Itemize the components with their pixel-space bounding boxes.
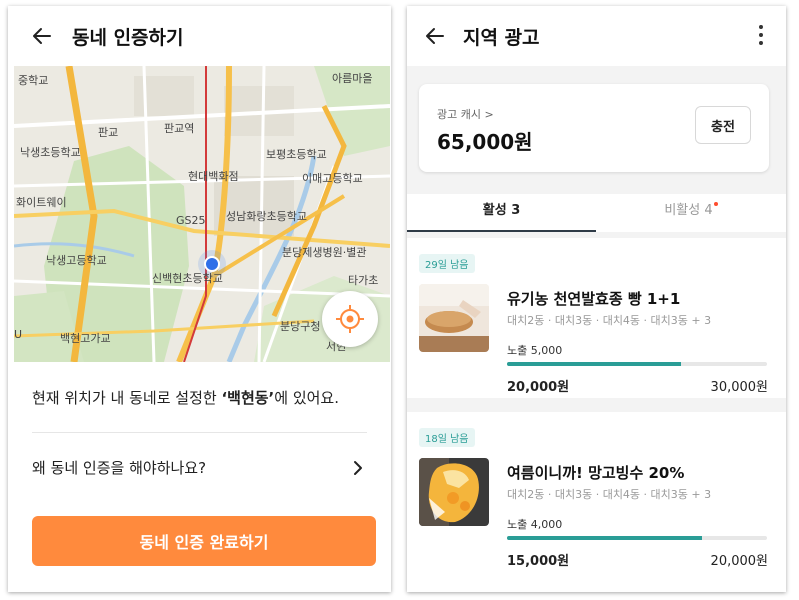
back-arrow-icon[interactable] (30, 24, 54, 48)
map-label: 분당제생병원·별관 (282, 246, 367, 259)
divider (32, 432, 367, 433)
ad-budget-progress-fill (507, 362, 682, 366)
map-label: 판교역 (164, 122, 195, 135)
tab-inactive[interactable]: 비활성 4 (596, 194, 785, 232)
map-label: 백현고가교 (60, 332, 111, 345)
tab-active[interactable]: 활성 3 (407, 194, 596, 232)
map-view[interactable]: 중학교 아름마을 판교 판교역 낙생초등학교 보평초등학교 현대백화점 이매고등… (14, 66, 390, 362)
ad-card[interactable]: 29일 남음 유기농 천연발효종 빵 1+1 대치2동 · 대치3동 · 대치4… (407, 238, 786, 398)
right-screen: 지역 광고 광고 캐시 > 65,000원 충전 활성 3 비활성 4 29일 … (407, 6, 786, 592)
map-label: U (14, 328, 23, 341)
map-label: 아름마을 (332, 72, 373, 85)
top-app-bar: 지역 광고 (407, 6, 786, 66)
ad-target-areas: 대치2동 · 대치3동 · 대치4동 · 대치3동 + 3 (507, 314, 712, 327)
info-text-prefix: 현재 위치가 내 동네로 설정한 (32, 389, 222, 407)
ad-budget-progress-fill (507, 536, 702, 540)
map-label: 타가초 (348, 274, 379, 287)
ad-title: 유기농 천연발효종 빵 1+1 (507, 290, 681, 308)
ad-target-areas: 대치2동 · 대치3동 · 대치4동 · 대치3동 + 3 (507, 488, 712, 501)
why-verify-label: 왜 동네 인증을 해야하나요? (32, 459, 207, 477)
ad-spent-amount: 15,000원 (507, 554, 570, 569)
map-label: 신백현초등학교 (152, 272, 223, 285)
info-text-suffix: 에 있어요. (274, 389, 339, 407)
days-left-badge: 29일 남음 (419, 254, 475, 273)
ad-budget-progress (507, 536, 767, 540)
current-location-button[interactable] (322, 291, 378, 347)
ad-cash-amount: 65,000원 (437, 130, 533, 154)
ad-card[interactable]: 18일 남음 여름이니까! 망고빙수 20% 대치2동 · 대치3동 · 대치4… (407, 412, 786, 592)
ad-total-budget: 30,000원 (710, 380, 768, 395)
page-title: 동네 인증하기 (72, 27, 184, 49)
ad-thumbnail-bread (419, 284, 489, 352)
map-label: 이매고등학교 (302, 172, 363, 185)
tab-inactive-label: 비활성 4 (664, 203, 713, 218)
ad-spent-amount: 20,000원 (507, 380, 570, 395)
back-arrow-icon[interactable] (423, 24, 447, 48)
map-label: 현대백화점 (188, 170, 239, 183)
new-indicator-dot (713, 202, 718, 206)
top-app-bar: 동네 인증하기 (8, 6, 391, 66)
map-label: 낙생초등학교 (20, 146, 81, 159)
ad-cash-card: 광고 캐시 > 65,000원 충전 (419, 84, 769, 172)
ad-exposure-count: 노출 4,000 (507, 518, 563, 531)
ad-cash-link[interactable]: 광고 캐시 > (437, 106, 494, 122)
left-screen: 동네 인증하기 중학교 아름마을 판교 판교역 낙생초등학교 보평초등학교 현대… (8, 6, 391, 592)
more-vertical-icon[interactable] (756, 22, 766, 48)
ad-exposure-count: 노출 5,000 (507, 344, 563, 357)
charge-button[interactable]: 충전 (695, 106, 751, 144)
ad-total-budget: 20,000원 (710, 554, 768, 569)
ad-title: 여름이니까! 망고빙수 20% (507, 464, 685, 482)
map-label: 분당구청 (280, 320, 321, 333)
map-label: 중학교 (18, 74, 49, 87)
map-label: 보평초등학교 (266, 148, 327, 161)
ad-list: 29일 남음 유기농 천연발효종 빵 1+1 대치2동 · 대치3동 · 대치4… (407, 232, 786, 592)
target-icon (336, 305, 364, 333)
tab-active-label: 활성 3 (482, 203, 521, 218)
chevron-right-icon (354, 461, 362, 475)
neighborhood-name: ‘백현동’ (221, 389, 275, 407)
map-label: 성남화랑초등학교 (226, 210, 307, 223)
map-label: GS25 (176, 214, 206, 227)
why-verify-row[interactable]: 왜 동네 인증을 해야하나요? (18, 446, 381, 490)
ad-budget-progress (507, 362, 767, 366)
ad-thumbnail-bingsu (419, 458, 489, 526)
map-label: 화이트웨이 (16, 196, 67, 209)
complete-verification-button[interactable]: 동네 인증 완료하기 (32, 516, 376, 566)
map-label: 낙생고등학교 (46, 254, 107, 267)
map-label: 판교 (98, 126, 119, 139)
page-title: 지역 광고 (463, 27, 540, 49)
location-info-text: 현재 위치가 내 동네로 설정한 ‘백현동’에 있어요. (32, 387, 339, 408)
ad-status-tabs: 활성 3 비활성 4 (407, 194, 786, 233)
days-left-badge: 18일 남음 (419, 428, 475, 447)
